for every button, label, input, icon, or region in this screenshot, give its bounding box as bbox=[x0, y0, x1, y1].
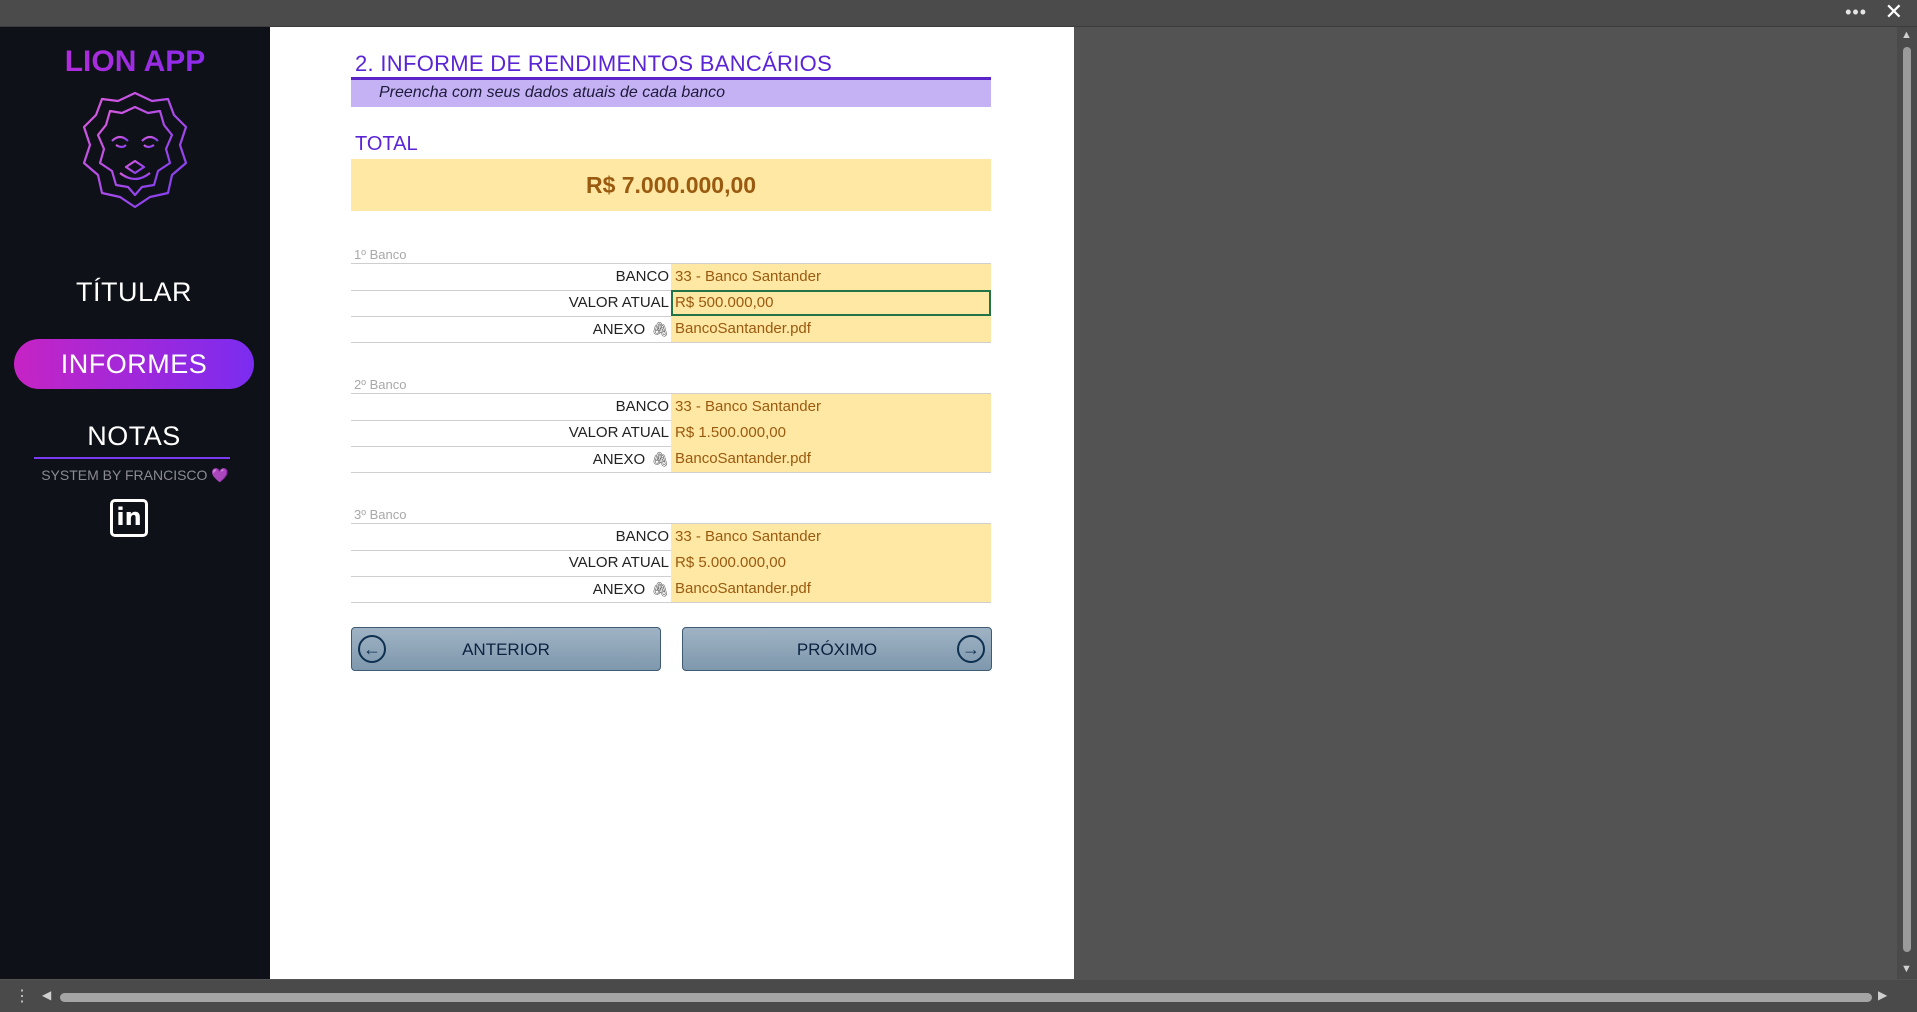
horizontal-scrollbar[interactable]: ⋮ ◀ ▶ bbox=[0, 980, 1917, 1012]
anexo-label: ANEXO bbox=[592, 321, 646, 338]
anexo-label-group: ANEXO 🖇 bbox=[351, 446, 669, 472]
lion-logo-icon bbox=[82, 91, 188, 209]
bank-2-valor-cell[interactable]: R$ 1.500.000,00 bbox=[671, 420, 991, 446]
next-button-label: PRÓXIMO bbox=[796, 640, 878, 659]
bank-1-anexo-row: ANEXO 🖇 BancoSantander.pdf bbox=[351, 316, 991, 343]
credit-text: SYSTEM BY FRANCISCO 💜 bbox=[0, 467, 270, 484]
close-icon[interactable]: ✕ bbox=[1885, 0, 1903, 24]
valor-label: VALOR ATUAL bbox=[568, 294, 669, 311]
bank-2-valor-row: VALOR ATUAL R$ 1.500.000,00 bbox=[351, 420, 991, 447]
total-label: TOTAL bbox=[355, 133, 418, 155]
page-subtitle: Preencha com seus dados atuais de cada b… bbox=[379, 84, 726, 101]
valor-label: VALOR ATUAL bbox=[568, 424, 669, 441]
sidebar: LION APP TÍTULAR INFORMES NOTAS SYSTEM B… bbox=[0, 27, 270, 979]
bank-2-banco-cell[interactable]: 33 - Banco Santander bbox=[671, 394, 991, 420]
bank-1-anexo-cell[interactable]: BancoSantander.pdf bbox=[671, 316, 991, 342]
bank-3-valor-row: VALOR ATUAL R$ 5.000.000,00 bbox=[351, 550, 991, 577]
horizontal-scroll-thumb[interactable] bbox=[60, 993, 1872, 1002]
vertical-dots-icon[interactable]: ⋮ bbox=[14, 986, 30, 1006]
bank-2-banco-row: BANCO 33 - Banco Santander bbox=[351, 394, 991, 421]
paperclip-icon[interactable]: 🖇 bbox=[651, 576, 669, 602]
sidebar-divider bbox=[34, 457, 230, 459]
paperclip-icon[interactable]: 🖇 bbox=[651, 446, 669, 472]
nav-notas[interactable]: NOTAS bbox=[14, 411, 254, 461]
bank-2-heading: 2º Banco bbox=[354, 377, 407, 392]
previous-button-label: ANTERIOR bbox=[462, 640, 550, 659]
bank-1-valor-row: VALOR ATUAL R$ 500.000,00 bbox=[351, 290, 991, 317]
previous-button[interactable]: ← ANTERIOR bbox=[351, 627, 661, 671]
linkedin-icon[interactable]: in bbox=[110, 499, 148, 537]
scroll-left-icon[interactable]: ◀ bbox=[42, 988, 51, 1002]
page-title: 2. INFORME DE RENDIMENTOS BANCÁRIOS bbox=[355, 51, 833, 76]
app-brand: LION APP bbox=[0, 45, 270, 79]
bank-2-anexo-row: ANEXO 🖇 BancoSantander.pdf bbox=[351, 446, 991, 473]
bank-3-banco-row: BANCO 33 - Banco Santander bbox=[351, 524, 991, 551]
anexo-label-group: ANEXO 🖇 bbox=[351, 316, 669, 342]
scroll-up-icon[interactable]: ▲ bbox=[1901, 29, 1912, 41]
bank-3-banco-cell[interactable]: 33 - Banco Santander bbox=[671, 524, 991, 550]
next-button[interactable]: PRÓXIMO → bbox=[682, 627, 992, 671]
total-value: R$ 7.000.000,00 bbox=[351, 159, 991, 211]
anexo-label: ANEXO bbox=[592, 581, 646, 598]
paperclip-icon[interactable]: 🖇 bbox=[651, 316, 669, 342]
bank-1-banco-row: BANCO 33 - Banco Santander bbox=[351, 264, 991, 291]
banco-label: BANCO bbox=[615, 528, 669, 545]
banco-label: BANCO bbox=[615, 398, 669, 415]
arrow-left-icon: ← bbox=[358, 635, 386, 663]
bank-1-heading: 1º Banco bbox=[354, 247, 407, 262]
nav-titular[interactable]: TÍTULAR bbox=[14, 267, 254, 317]
vertical-scrollbar[interactable]: ▲ ▼ bbox=[1897, 27, 1917, 979]
window-title-bar: ••• ✕ bbox=[0, 0, 1917, 27]
bank-3-valor-cell[interactable]: R$ 5.000.000,00 bbox=[671, 550, 991, 576]
scroll-down-icon[interactable]: ▼ bbox=[1901, 963, 1912, 975]
anexo-label-group: ANEXO 🖇 bbox=[351, 576, 669, 602]
bank-3-heading: 3º Banco bbox=[354, 507, 407, 522]
banco-label: BANCO bbox=[615, 268, 669, 285]
valor-label: VALOR ATUAL bbox=[568, 554, 669, 571]
bank-2-anexo-cell[interactable]: BancoSantander.pdf bbox=[671, 446, 991, 472]
more-options-icon[interactable]: ••• bbox=[1845, 2, 1867, 23]
bank-3-anexo-cell[interactable]: BancoSantander.pdf bbox=[671, 576, 991, 602]
heart-icon: 💜 bbox=[211, 467, 229, 483]
scroll-right-icon[interactable]: ▶ bbox=[1878, 988, 1887, 1002]
bank-3-anexo-row: ANEXO 🖇 BancoSantander.pdf bbox=[351, 576, 991, 603]
bank-1-banco-cell[interactable]: 33 - Banco Santander bbox=[671, 264, 991, 290]
credit-label: SYSTEM BY FRANCISCO bbox=[41, 467, 208, 483]
vertical-scroll-thumb[interactable] bbox=[1903, 47, 1911, 952]
nav-informes[interactable]: INFORMES bbox=[14, 339, 254, 389]
arrow-right-icon: → bbox=[957, 635, 985, 663]
anexo-label: ANEXO bbox=[592, 451, 646, 468]
bank-1-valor-cell[interactable]: R$ 500.000,00 bbox=[671, 290, 991, 316]
